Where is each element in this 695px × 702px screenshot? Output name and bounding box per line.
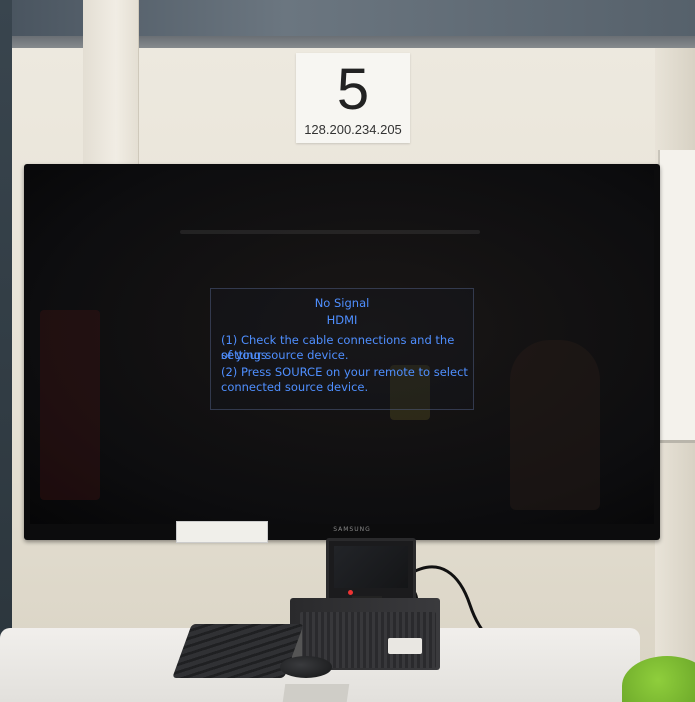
room-number-sign: 5 128.200.234.205: [296, 53, 410, 143]
no-signal-dialog: No Signal HDMI (1) Check the cable conne…: [210, 288, 474, 410]
instruction-1-line-2: of your source device.: [221, 348, 349, 362]
small-monitor-screen: [334, 546, 408, 588]
input-source-label: HDMI: [326, 313, 358, 327]
tv-sticker-label: [176, 521, 268, 543]
instruction-2-line-1: (2) Press SOURCE on your remote to selec…: [221, 365, 468, 379]
power-light: [348, 590, 353, 595]
whiteboard-edge: [658, 150, 695, 443]
screen-reflection: [40, 310, 100, 500]
small-monitor: [326, 538, 416, 602]
tv-screen: No Signal HDMI (1) Check the cable conne…: [30, 170, 654, 524]
left-wall: [0, 0, 12, 702]
tv-brand-logo: SAMSUNG: [333, 526, 371, 533]
room-ip-address: 128.200.234.205: [304, 122, 402, 137]
mouse: [280, 656, 332, 678]
television: No Signal HDMI (1) Check the cable conne…: [24, 164, 660, 540]
room-photo: 5 128.200.234.205 No Signal HDMI (1) Che…: [0, 0, 695, 702]
screen-reflection-person: [510, 340, 600, 510]
wall-pillar: [83, 0, 139, 170]
computer-asset-tag: [388, 638, 422, 654]
no-signal-title: No Signal: [314, 296, 370, 310]
paper-sheet: [282, 684, 350, 702]
room-number: 5: [336, 57, 370, 122]
instruction-2-line-2: connected source device.: [221, 380, 369, 394]
screen-reflection: [180, 230, 480, 234]
